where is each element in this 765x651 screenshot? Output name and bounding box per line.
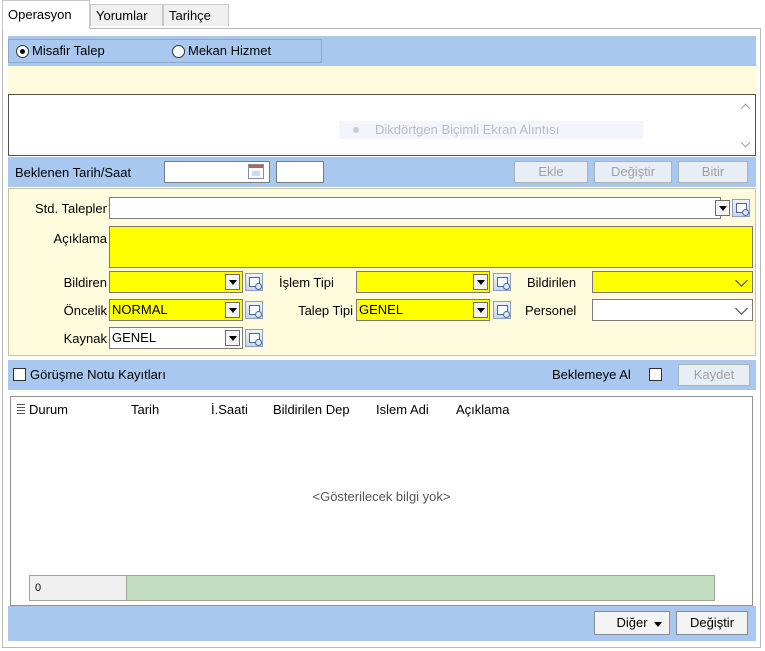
hold-checkbox[interactable] [649,368,662,381]
empty-grid-message: <Gösterilecek bilgi yok> [312,489,451,504]
operation-type-lookup-icon[interactable] [493,273,511,291]
grid-footer: 0 [29,575,715,601]
request-form: Std. Talepler Açıklama Bildiren İşlem Ti… [8,188,756,356]
grid-footer-count-cell: 0 [30,576,127,600]
std-requests-dropdown[interactable] [715,200,730,216]
other-button-label: Diğer [616,615,648,630]
request-type-input[interactable]: GENEL [356,299,490,321]
column-aciklama[interactable]: Açıklama [456,402,509,417]
reporter-input[interactable] [109,271,243,293]
request-type-lookup-icon[interactable] [493,301,511,319]
misafir-talep-radio[interactable] [16,45,29,58]
tab-tarihce[interactable]: Tarihçe [163,4,229,26]
request-type-dropdown[interactable] [473,302,488,318]
grid-record-count: 0 [35,582,42,594]
change-record-button[interactable]: Değiştir [676,611,748,635]
other-dropdown-button[interactable]: Diğer [594,611,670,635]
tab-operasyon[interactable]: Operasyon [2,0,90,29]
notified-label: Bildirilen [527,275,577,290]
description-label: Açıklama [53,231,107,246]
tab-yorumlar[interactable]: Yorumlar [90,4,163,26]
operation-type-label: İşlem Tipi [279,275,334,290]
reporter-label: Bildiren [63,275,107,290]
priority-input[interactable]: NORMAL [109,299,243,321]
watermark-dot-icon [353,127,359,133]
personnel-label: Personel [525,303,577,318]
watermark-text: Dikdörtgen Biçimli Ekran Alıntısı [375,122,560,137]
calendar-top-icon [249,165,263,168]
change-button[interactable]: Değiştir [594,161,672,183]
personnel-input[interactable] [592,299,753,321]
notes-bar: Görüşme Notu Kayıtları Beklemeye Al Kayd… [8,360,756,390]
column-islem-adi[interactable]: Islem Adi [376,402,429,417]
scroll-down-icon[interactable] [740,137,751,148]
bottom-bar: Diğer Değiştir [8,606,756,641]
scroll-up-icon[interactable] [740,103,751,114]
column-tarih[interactable]: Tarih [131,402,159,417]
grid-menu-icon[interactable] [17,404,25,414]
notified-input[interactable] [592,271,753,293]
source-input[interactable]: GENEL [109,327,243,349]
std-requests-input[interactable] [109,197,721,219]
meeting-notes-label[interactable]: Görüşme Notu Kayıtları [30,367,166,382]
reporter-dropdown[interactable] [225,274,240,290]
mekan-hizmet-radio[interactable] [172,45,185,58]
column-bildirilen-dep[interactable]: Bildirilen Dep [273,402,350,417]
snip-watermark: Dikdörtgen Biçimli Ekran Alıntısı [339,121,643,139]
source-lookup-icon[interactable] [245,329,263,347]
operation-type-dropdown[interactable] [473,274,488,290]
hold-label[interactable]: Beklemeye Al [552,367,631,382]
source-dropdown[interactable] [225,330,240,346]
column-durum[interactable]: Durum [29,402,68,417]
request-type-bar: Misafir Talep Mekan Hizmet [8,36,756,66]
info-strip [8,66,756,94]
tab-bar: Operasyon Yorumlar Tarihçe [0,0,765,29]
calendar-grid-icon [252,171,260,176]
records-grid: Durum Tarih İ.Saati Bildirilen Dep Islem… [10,396,753,606]
request-textarea[interactable]: Dikdörtgen Biçimli Ekran Alıntısı [8,94,756,156]
misafir-talep-label[interactable]: Misafir Talep [32,43,105,58]
add-button[interactable]: Ekle [514,161,588,183]
request-type-label: Talep Tipi [298,303,353,318]
calendar-icon[interactable] [248,164,264,179]
caret-down-icon [654,622,662,627]
expected-time-input[interactable] [276,161,324,183]
priority-dropdown[interactable] [225,302,240,318]
finish-button[interactable]: Bitir [678,161,748,183]
source-label: Kaynak [63,331,107,346]
mekan-hizmet-label[interactable]: Mekan Hizmet [188,43,271,58]
expected-date-label: Beklenen Tarih/Saat [15,165,132,180]
std-requests-label: Std. Talepler [34,201,107,216]
priority-lookup-icon[interactable] [245,301,263,319]
operation-type-input[interactable] [356,271,490,293]
reporter-lookup-icon[interactable] [245,273,263,291]
std-requests-lookup-icon[interactable] [732,199,750,217]
meeting-notes-checkbox[interactable] [13,368,26,381]
priority-label: Öncelik [63,303,107,318]
description-input[interactable] [109,226,753,268]
expected-date-bar: Beklenen Tarih/Saat Ekle Değiştir Bitir [8,157,756,187]
save-button[interactable]: Kaydet [678,364,750,386]
column-islem-saati[interactable]: İ.Saati [211,402,248,417]
